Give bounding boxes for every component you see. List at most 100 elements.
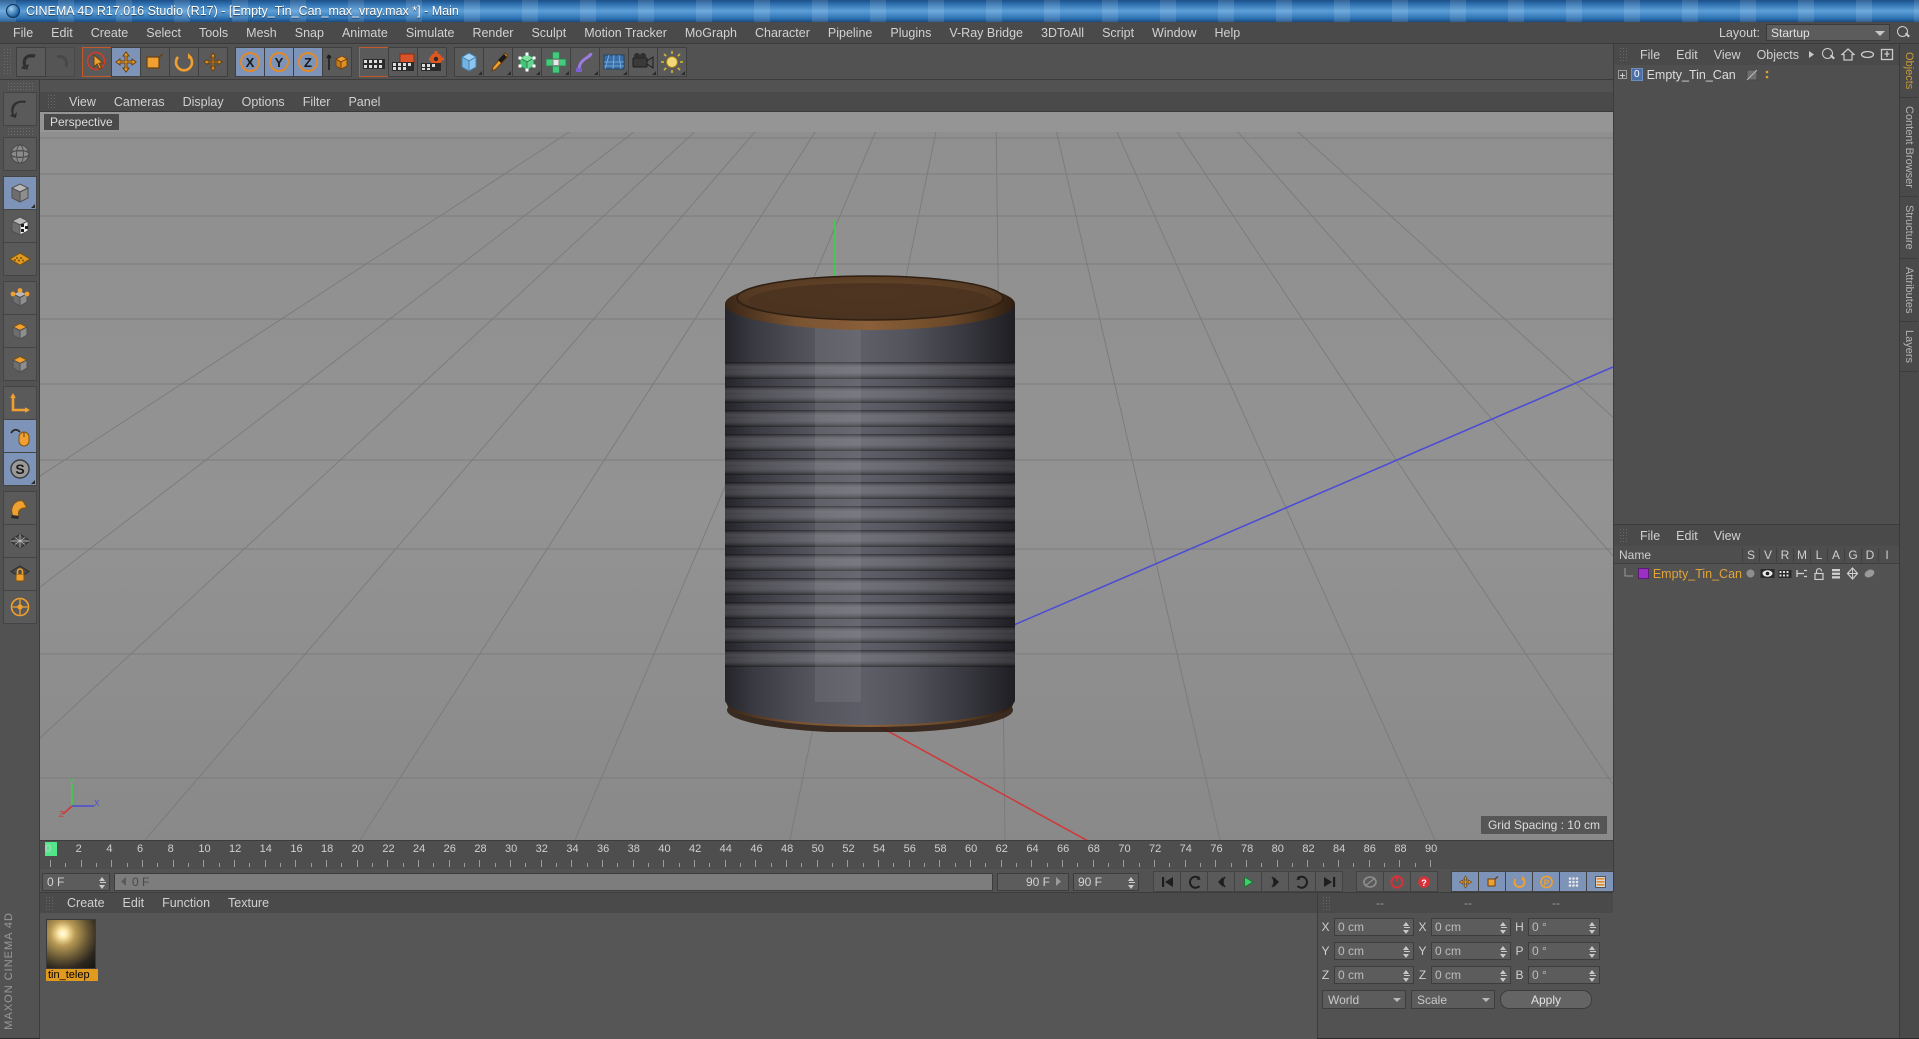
- workplane-button[interactable]: [2, 242, 37, 276]
- menu-create[interactable]: Create: [82, 24, 138, 42]
- viewport-3d[interactable]: Perspective Y X Z Grid Spacing: 10 cm: [40, 112, 1613, 840]
- menu-file[interactable]: File: [4, 24, 42, 42]
- go-to-start-button[interactable]: [1153, 871, 1181, 892]
- spinner-icon[interactable]: [99, 876, 106, 889]
- object-tag-icon[interactable]: [1746, 69, 1760, 81]
- redo-button[interactable]: [45, 46, 75, 77]
- scale-tool-button[interactable]: [140, 46, 170, 77]
- spinner-icon[interactable]: [1403, 945, 1410, 958]
- spinner-icon[interactable]: [1403, 969, 1410, 982]
- spinner-icon[interactable]: [1589, 945, 1596, 958]
- undo-arrow-icon-button[interactable]: [2, 92, 37, 126]
- menu-sculpt[interactable]: Sculpt: [522, 24, 575, 42]
- attribute-menu-file[interactable]: File: [1632, 528, 1668, 544]
- viewport-menu-display[interactable]: Display: [174, 94, 233, 110]
- render-settings-button[interactable]: [417, 46, 447, 77]
- menu-script[interactable]: Script: [1093, 24, 1143, 42]
- coordinate-manager-grip[interactable]: [1322, 895, 1332, 911]
- viewport-menu-view[interactable]: View: [60, 94, 105, 110]
- link-icon[interactable]: [1860, 49, 1875, 60]
- y-axis-lock-button[interactable]: Y: [264, 46, 294, 77]
- left-toolbar-grip-2[interactable]: [6, 127, 33, 135]
- planar-workplane-button[interactable]: [2, 590, 37, 624]
- attribute-manager-grip[interactable]: [1619, 528, 1629, 543]
- menu-v-ray-bridge[interactable]: V-Ray Bridge: [940, 24, 1032, 42]
- previous-frame-button[interactable]: [1207, 871, 1235, 892]
- magnet-button[interactable]: [2, 491, 37, 525]
- material-menu-create[interactable]: Create: [58, 895, 114, 911]
- doc-end-field[interactable]: 90 F: [1073, 872, 1139, 891]
- fit-icon[interactable]: [1880, 48, 1894, 61]
- menu-pipeline[interactable]: Pipeline: [819, 24, 881, 42]
- timeline-ruler[interactable]: 0 2 4 6 8 10 12 14 16 18 20 22 24 26 28 30 32 34 36 38 40 42 4…: [40, 841, 1613, 869]
- menu-plugins[interactable]: Plugins: [881, 24, 940, 42]
- x-axis-lock-button[interactable]: X: [235, 46, 265, 77]
- preview-end-field[interactable]: 90 F: [997, 872, 1069, 891]
- menu-3dtoall[interactable]: 3DToAll: [1032, 24, 1093, 42]
- cell-d[interactable]: [1861, 567, 1878, 580]
- menu-animate[interactable]: Animate: [333, 24, 397, 42]
- attribute-row[interactable]: Empty_Tin_Can: [1614, 564, 1899, 583]
- points-mode-button[interactable]: [2, 281, 37, 315]
- viewport-menu-filter[interactable]: Filter: [294, 94, 340, 110]
- menu-snap[interactable]: Snap: [286, 24, 333, 42]
- array-button[interactable]: [541, 46, 571, 77]
- record-active-objects-button[interactable]: [1383, 871, 1411, 892]
- lock-workplane-button[interactable]: [2, 557, 37, 591]
- viewport-menu-cameras[interactable]: Cameras: [105, 94, 174, 110]
- coordinate-system-select[interactable]: World: [1322, 990, 1406, 1009]
- side-tab-objects[interactable]: Objects: [1900, 44, 1918, 99]
- workplane-grid-button[interactable]: [2, 524, 37, 558]
- left-toolbar-grip[interactable]: [6, 82, 33, 90]
- menu-motion-tracker[interactable]: Motion Tracker: [575, 24, 676, 42]
- attribute-menu-edit[interactable]: Edit: [1668, 528, 1706, 544]
- object-menu-edit[interactable]: Edit: [1668, 47, 1706, 63]
- pla-key-button[interactable]: P: [1532, 871, 1560, 892]
- pos-y-input[interactable]: 0 cm: [1334, 941, 1414, 960]
- size-mode-select[interactable]: Scale: [1411, 990, 1495, 1009]
- material-item[interactable]: tin_telep: [46, 919, 98, 981]
- side-tab-structure[interactable]: Structure: [1900, 197, 1918, 259]
- search-icon[interactable]: [1821, 47, 1836, 62]
- spinner-icon[interactable]: [1500, 921, 1507, 934]
- position-key-button[interactable]: [1451, 871, 1479, 892]
- edges-mode-button[interactable]: [2, 314, 37, 348]
- overflow-arrow-icon[interactable]: [1807, 49, 1816, 60]
- side-tab-attributes[interactable]: Attributes: [1900, 259, 1918, 323]
- move-alt-button[interactable]: [198, 46, 228, 77]
- size-y-input[interactable]: 0 cm: [1431, 941, 1511, 960]
- cube-primitive-button[interactable]: [454, 46, 484, 77]
- side-tab-layers[interactable]: Layers: [1900, 322, 1918, 373]
- material-menu-edit[interactable]: Edit: [114, 895, 154, 911]
- globe-wireframe-icon-button[interactable]: [2, 137, 37, 171]
- subdivision-surface-button[interactable]: [512, 46, 542, 77]
- apply-button[interactable]: Apply: [1500, 990, 1592, 1009]
- bend-deformer-button[interactable]: [570, 46, 600, 77]
- rot-p-input[interactable]: 0 °: [1528, 941, 1600, 960]
- keyframe-selection-button[interactable]: ?: [1410, 871, 1438, 892]
- material-menu-texture[interactable]: Texture: [219, 895, 278, 911]
- undo-button[interactable]: [16, 46, 46, 77]
- snap-button[interactable]: S: [2, 452, 37, 486]
- layer-color-swatch[interactable]: [1637, 568, 1649, 579]
- rot-h-input[interactable]: 0 °: [1528, 917, 1600, 936]
- material-manager-grip[interactable]: [45, 895, 55, 911]
- expand-icon[interactable]: [1618, 70, 1627, 79]
- parameter-key-button[interactable]: [1559, 871, 1587, 892]
- menu-window[interactable]: Window: [1143, 24, 1205, 42]
- live-selection-button[interactable]: [82, 46, 112, 77]
- scale-key-button[interactable]: [1478, 871, 1506, 892]
- home-icon[interactable]: [1841, 48, 1855, 61]
- pos-z-input[interactable]: 0 cm: [1334, 965, 1414, 984]
- menu-tools[interactable]: Tools: [190, 24, 237, 42]
- material-manager-body[interactable]: tin_telep: [40, 913, 1317, 1039]
- object-menu-objects[interactable]: Objects: [1749, 47, 1807, 63]
- world-object-axis-button[interactable]: [322, 46, 352, 77]
- menu-help[interactable]: Help: [1206, 24, 1250, 42]
- model-mode-button[interactable]: [2, 176, 37, 210]
- texture-mode-button[interactable]: [2, 209, 37, 243]
- spinner-icon[interactable]: [1403, 921, 1410, 934]
- material-menu-function[interactable]: Function: [153, 895, 219, 911]
- go-to-end-button[interactable]: [1315, 871, 1343, 892]
- spinner-icon[interactable]: [1500, 945, 1507, 958]
